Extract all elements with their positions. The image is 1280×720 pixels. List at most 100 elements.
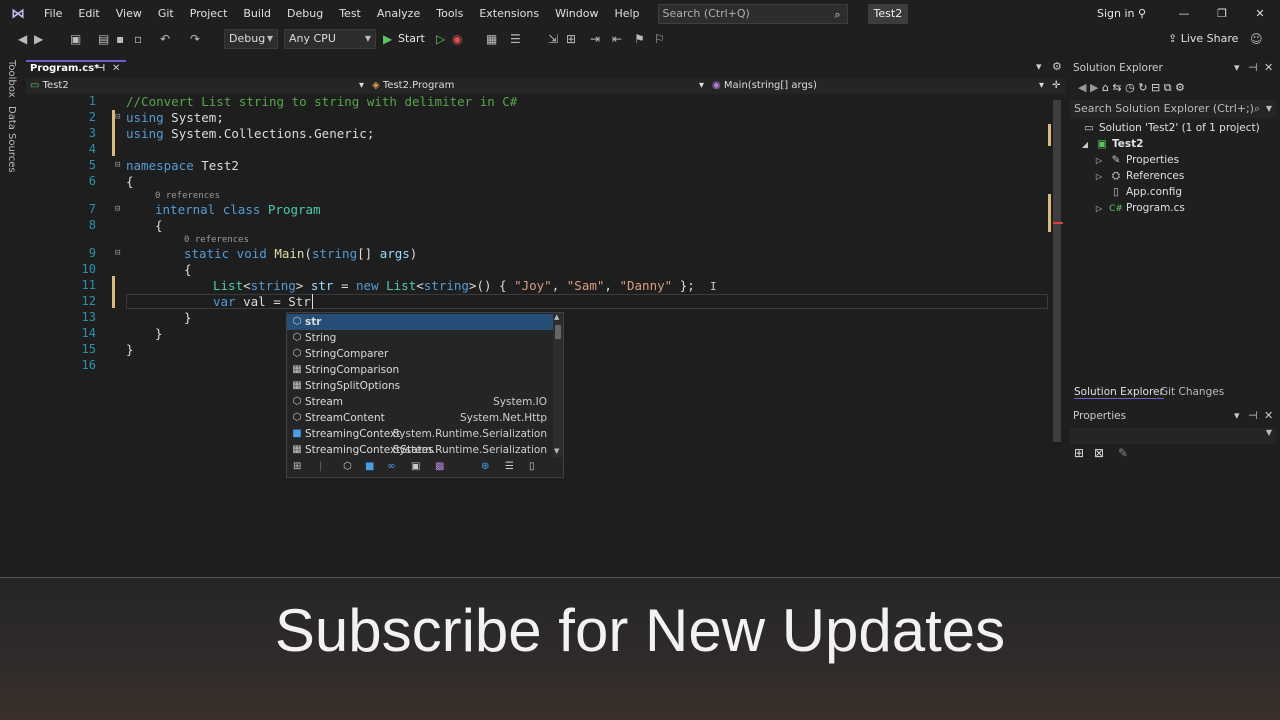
tab-program-cs[interactable]: Program.cs* ⊣ ✕ (26, 60, 126, 78)
minimize-icon[interactable]: — (1166, 0, 1202, 28)
close-window-icon[interactable]: ✕ (1242, 0, 1278, 28)
collapse-icon[interactable]: ⊟ (115, 160, 120, 170)
indent-icon[interactable]: ⇥ (590, 30, 600, 48)
config-select[interactable]: Debug ▼ (224, 29, 278, 49)
menu-debug[interactable]: Debug (279, 0, 331, 28)
collapse-icon[interactable]: ⊟ (115, 204, 120, 214)
menu-git[interactable]: Git (150, 0, 182, 28)
menu-file[interactable]: File (36, 0, 70, 28)
back-icon[interactable]: ◀ (1078, 81, 1086, 94)
completion-item[interactable]: ⬡ String (287, 330, 553, 346)
popup-scrollbar[interactable]: ▲ ▼ (553, 313, 563, 457)
bookmark-icon[interactable]: ⚑ (634, 30, 645, 48)
menu-project[interactable]: Project (182, 0, 236, 28)
scroll-down-icon[interactable]: ▼ (554, 447, 559, 455)
home-icon[interactable]: ⌂ (1102, 81, 1109, 94)
menu-analyze[interactable]: Analyze (369, 0, 428, 28)
completion-item[interactable]: ▦ StringSplitOptions (287, 378, 553, 394)
show-all-files-icon[interactable]: ⧉ (1164, 81, 1172, 94)
completion-item[interactable]: ⬡ StreamContent System.Net.Http (287, 410, 553, 426)
pin-icon[interactable]: ⊣ (1248, 409, 1258, 422)
properties-object-select[interactable]: ▼ (1070, 428, 1276, 444)
categorized-icon[interactable]: ⊞ (1074, 446, 1084, 460)
panel-dropdown-icon[interactable]: ▾ (1234, 409, 1240, 422)
nav-class-select[interactable]: ◈ Test2.Program ▾ (372, 78, 706, 94)
save-icon[interactable]: ▪ (116, 30, 124, 48)
hot-reload-icon[interactable]: ◉ (452, 30, 462, 48)
close-panel-icon[interactable]: ✕ (1264, 409, 1273, 422)
panel-dropdown-icon[interactable]: ▾ (1234, 61, 1240, 74)
sign-in-link[interactable]: Sign in ⚲ (1097, 0, 1146, 28)
completion-item[interactable]: ■ StreamingContext System.Runtime.Serializ… (287, 426, 553, 442)
menu-tools[interactable]: Tools (428, 0, 471, 28)
alphabetical-icon[interactable]: ⊠ (1094, 446, 1104, 460)
collapse-icon[interactable]: ⊟ (115, 248, 120, 258)
layout-icon[interactable]: ☰ (510, 30, 521, 48)
undo-icon[interactable]: ↶ (160, 30, 170, 48)
data-sources-tab[interactable]: Data Sources (6, 106, 17, 173)
filter-interfaces-icon[interactable]: ⊕ (481, 459, 489, 475)
filter-snippets-icon[interactable]: ▯ (529, 459, 535, 475)
filter-structs-icon[interactable]: ■ (365, 459, 374, 475)
collapse-all-icon[interactable]: ⊟ (1151, 81, 1160, 94)
forward-icon[interactable]: ▶ (34, 30, 43, 48)
completion-item[interactable]: ▦ StreamingContextStates System.Runtime.Se… (287, 442, 553, 458)
menu-help[interactable]: Help (606, 0, 647, 28)
tab-git-changes[interactable]: Git Changes (1160, 386, 1224, 398)
new-project-icon[interactable]: ▣ (70, 30, 81, 48)
popup-scroll-thumb[interactable] (555, 325, 561, 339)
tree-item-app-config[interactable]: ▯ App.config (1109, 184, 1182, 200)
nav-project-select[interactable]: ▭ Test2 ▾ (30, 78, 366, 94)
completion-item[interactable]: ⬡ str (287, 314, 553, 330)
filter-locals-icon[interactable]: ⬡ (343, 459, 352, 475)
vs-logo-icon[interactable]: ⋈ (0, 0, 36, 28)
tree-project[interactable]: ◢ ▣ Test2 (1078, 136, 1144, 152)
menu-edit[interactable]: Edit (70, 0, 107, 28)
collapse-icon[interactable]: ⊟ (115, 112, 120, 122)
project-badge[interactable]: Test2 (867, 4, 909, 24)
filter-classes-icon[interactable]: ▣ (411, 459, 420, 475)
expand-filter-icon[interactable]: ⊞ (293, 459, 301, 475)
split-editor-icon[interactable]: ✛ (1052, 78, 1060, 94)
editor-scrollbar[interactable] (1048, 94, 1064, 442)
close-tab-icon[interactable]: ✕ (112, 62, 120, 76)
pin-icon[interactable]: ⊣ (1248, 61, 1258, 74)
live-share-button[interactable]: ⇪ Live Share (1168, 30, 1238, 48)
start-button[interactable]: Start (398, 30, 425, 48)
menu-window[interactable]: Window (547, 0, 606, 28)
tree-solution[interactable]: ▭ Solution 'Test2' (1 of 1 project) (1082, 120, 1260, 136)
browse-icon[interactable]: ▦ (486, 30, 497, 48)
completion-item[interactable]: ▦ StringComparison (287, 362, 553, 378)
tree-item-properties[interactable]: ▷ ✎ Properties (1092, 152, 1179, 168)
pending-changes-icon[interactable]: ◷ (1125, 81, 1135, 94)
platform-select[interactable]: Any CPU ▼ (284, 29, 376, 49)
back-icon[interactable]: ◀ (18, 30, 27, 48)
scrollbar-thumb[interactable] (1053, 100, 1061, 442)
filter-delegates-icon[interactable]: ∞ (387, 459, 395, 475)
settings-gear-icon[interactable]: ⚙ (1052, 60, 1062, 73)
filter-enums-icon[interactable]: ☰ (505, 459, 514, 475)
search-input[interactable]: Search (Ctrl+Q) ⌕ (657, 4, 848, 24)
forward-icon[interactable]: ▶ (1090, 81, 1098, 94)
redo-icon[interactable]: ↷ (190, 30, 200, 48)
open-folder-icon[interactable]: ▤ (98, 30, 109, 48)
tab-solution-explorer[interactable]: Solution Explorer (1074, 386, 1164, 399)
tree-item-program-cs[interactable]: ▷ C# Program.cs (1092, 200, 1185, 216)
intellisense-popup[interactable]: ⬡ str ⬡ String ⬡ StringComparer ▦ StringComp… (286, 312, 564, 478)
scroll-up-icon[interactable]: ▲ (554, 313, 559, 321)
menu-build[interactable]: Build (235, 0, 279, 28)
tab-dropdown-icon[interactable]: ▾ (1036, 60, 1042, 73)
properties-icon[interactable]: ⚙ (1175, 81, 1185, 94)
close-panel-icon[interactable]: ✕ (1264, 61, 1273, 74)
completion-item[interactable]: ⬡ Stream System.IO (287, 394, 553, 410)
filter-modules-icon[interactable]: ▩ (435, 459, 444, 475)
save-all-icon[interactable]: ▫ (134, 30, 142, 48)
codelens-references[interactable]: 0 references (155, 191, 220, 201)
switch-views-icon[interactable]: ⇆ (1112, 81, 1121, 94)
outdent-icon[interactable]: ⇤ (612, 30, 622, 48)
se-search-input[interactable]: Search Solution Explorer (Ctrl+;) ⌕ ▼ (1070, 100, 1276, 118)
start-without-debug-icon[interactable]: ▷ (436, 30, 445, 48)
property-pages-icon[interactable]: ✎ (1118, 446, 1128, 460)
completion-item[interactable]: ⬡ StringComparer (287, 346, 553, 362)
feedback-icon[interactable]: ☺ (1250, 30, 1263, 48)
